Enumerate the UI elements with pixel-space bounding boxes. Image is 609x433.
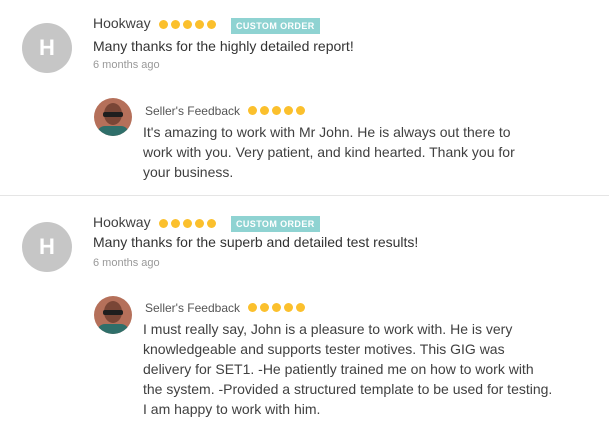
star-icon: [272, 303, 281, 312]
star-icon: [183, 20, 192, 29]
reviewer-name[interactable]: Hookway: [93, 214, 151, 230]
review-timestamp: 6 months ago: [93, 59, 160, 71]
star-icon: [260, 106, 269, 115]
star-icon: [195, 20, 204, 29]
custom-order-badge: CUSTOM ORDER: [231, 18, 320, 34]
review-message: Many thanks for the superb and detailed …: [93, 234, 419, 250]
star-icon: [207, 20, 216, 29]
reviewer-avatar[interactable]: H: [22, 23, 72, 73]
star-icon: [260, 303, 269, 312]
star-icon: [171, 219, 180, 228]
rating-stars: [159, 20, 216, 29]
reviewer-avatar[interactable]: H: [22, 222, 72, 272]
seller-rating-stars: [248, 106, 305, 115]
seller-avatar[interactable]: [94, 98, 132, 136]
custom-order-badge: CUSTOM ORDER: [231, 216, 320, 232]
reviewer-initial: H: [39, 234, 55, 259]
reviewer-initial: H: [39, 35, 55, 60]
star-icon: [207, 219, 216, 228]
review-message: Many thanks for the highly detailed repo…: [93, 38, 354, 54]
star-icon: [248, 303, 257, 312]
rating-stars: [159, 219, 216, 228]
seller-feedback-text: It's amazing to work with Mr John. He is…: [143, 124, 515, 180]
review-item: H Hookway CUSTOM ORDER Many thanks for t…: [0, 0, 609, 195]
star-icon: [296, 106, 305, 115]
star-icon: [272, 106, 281, 115]
review-item: H Hookway CUSTOM ORDER Many thanks for t…: [0, 195, 609, 433]
seller-feedback-label: Seller's Feedback: [145, 104, 241, 118]
star-icon: [159, 219, 168, 228]
star-icon: [248, 106, 257, 115]
seller-rating-stars: [248, 303, 305, 312]
seller-feedback-label: Seller's Feedback: [145, 301, 241, 315]
star-icon: [159, 20, 168, 29]
star-icon: [284, 106, 293, 115]
seller-avatar[interactable]: [94, 296, 132, 334]
star-icon: [296, 303, 305, 312]
seller-feedback-text: I must really say, John is a pleasure to…: [143, 321, 553, 417]
star-icon: [195, 219, 204, 228]
star-icon: [284, 303, 293, 312]
star-icon: [171, 20, 180, 29]
star-icon: [183, 219, 192, 228]
reviewer-name[interactable]: Hookway: [93, 15, 151, 31]
review-timestamp: 6 months ago: [93, 257, 160, 269]
